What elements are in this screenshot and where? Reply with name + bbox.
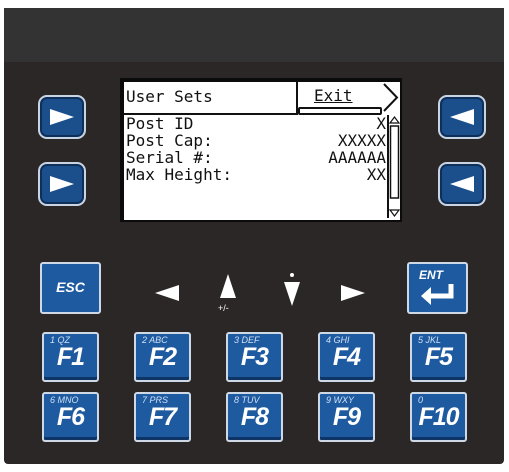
lcd-rows: Post ID X Post Cap: XXXXX Serial #: AAAA… — [124, 115, 386, 183]
lcd-exit-bar — [298, 107, 382, 115]
right-softkey-1[interactable] — [438, 95, 486, 139]
f4-label: F4 — [332, 343, 361, 371]
lcd-row-label: Post ID — [126, 114, 194, 133]
f1-label: F1 — [56, 343, 85, 371]
lcd-screen: User Sets Exit Post ID X Post Cap: XXXXX… — [124, 82, 401, 220]
f8-label: F8 — [240, 403, 269, 431]
lcd-row-value: XXXXX — [337, 131, 386, 150]
f6-key[interactable]: 6 MNO F6 — [42, 392, 99, 442]
f6-label: F6 — [56, 403, 85, 431]
enter-return-icon — [421, 284, 454, 305]
lcd-row-label: Serial #: — [126, 148, 213, 167]
scroll-arrows-icon — [388, 116, 401, 217]
f3-key[interactable]: 3 DEF F3 — [226, 332, 283, 382]
right-arrow-icon — [50, 176, 74, 192]
right-arrow-icon — [50, 109, 74, 125]
f9-key[interactable]: 9 WXY F9 — [318, 392, 375, 442]
esc-label: ESC — [56, 279, 85, 295]
lcd-exit-button[interactable]: Exit — [296, 82, 382, 115]
top-bezel — [4, 8, 504, 62]
f5-key[interactable]: 5 JKL F5 — [410, 332, 467, 382]
esc-key[interactable]: ESC — [40, 262, 101, 314]
left-arrow-icon — [450, 176, 474, 192]
hmi-device: User Sets Exit Post ID X Post Cap: XXXXX… — [0, 0, 509, 472]
left-arrow-icon — [450, 109, 474, 125]
enter-key[interactable]: ENT — [407, 262, 468, 314]
lcd-row-serial[interactable]: Serial #: AAAAAA — [124, 149, 386, 166]
lcd-next-arrow-icon[interactable] — [382, 82, 400, 113]
right-softkey-2[interactable] — [438, 162, 486, 206]
f10-label: F10 — [418, 403, 459, 431]
lcd-exit-label: Exit — [314, 86, 353, 105]
f1-key[interactable]: 1 QZ F1 — [42, 332, 99, 382]
f2-label: F2 — [148, 343, 177, 371]
lcd-row-max-height[interactable]: Max Height: XX — [124, 166, 386, 183]
left-softkey-1[interactable] — [38, 95, 86, 139]
lcd-title: User Sets — [126, 87, 213, 106]
lcd-row-label: Post Cap: — [126, 131, 213, 150]
lcd-row-post-cap[interactable]: Post Cap: XXXXX — [124, 132, 386, 149]
f2-key[interactable]: 2 ABC F2 — [134, 332, 191, 382]
enter-label: ENT — [419, 268, 443, 282]
lcd-row-post-id[interactable]: Post ID X — [124, 115, 386, 132]
f10-key[interactable]: 0 F10 — [410, 392, 467, 442]
lcd-row-value: AAAAAA — [328, 148, 386, 167]
f7-label: F7 — [148, 403, 177, 431]
f3-label: F3 — [240, 343, 269, 371]
f9-label: F9 — [332, 403, 361, 431]
left-arrow-key-icon[interactable] — [153, 283, 183, 303]
lcd-row-label: Max Height: — [126, 165, 232, 184]
f7-key[interactable]: 7 PRS F7 — [134, 392, 191, 442]
lcd-row-value: X — [376, 114, 386, 133]
lcd-scrollbar[interactable] — [387, 115, 401, 218]
f4-key[interactable]: 4 GHI F4 — [318, 332, 375, 382]
f5-label: F5 — [424, 343, 453, 371]
lcd-row-value: XX — [366, 165, 386, 184]
left-softkey-2[interactable] — [38, 162, 86, 206]
down-arrow-key-icon[interactable] — [282, 272, 302, 308]
up-arrow-key-icon[interactable] — [218, 272, 238, 304]
f8-key[interactable]: 8 TUV F8 — [226, 392, 283, 442]
right-arrow-key-icon[interactable] — [337, 283, 367, 303]
plus-minus-label: +/- — [218, 303, 229, 313]
